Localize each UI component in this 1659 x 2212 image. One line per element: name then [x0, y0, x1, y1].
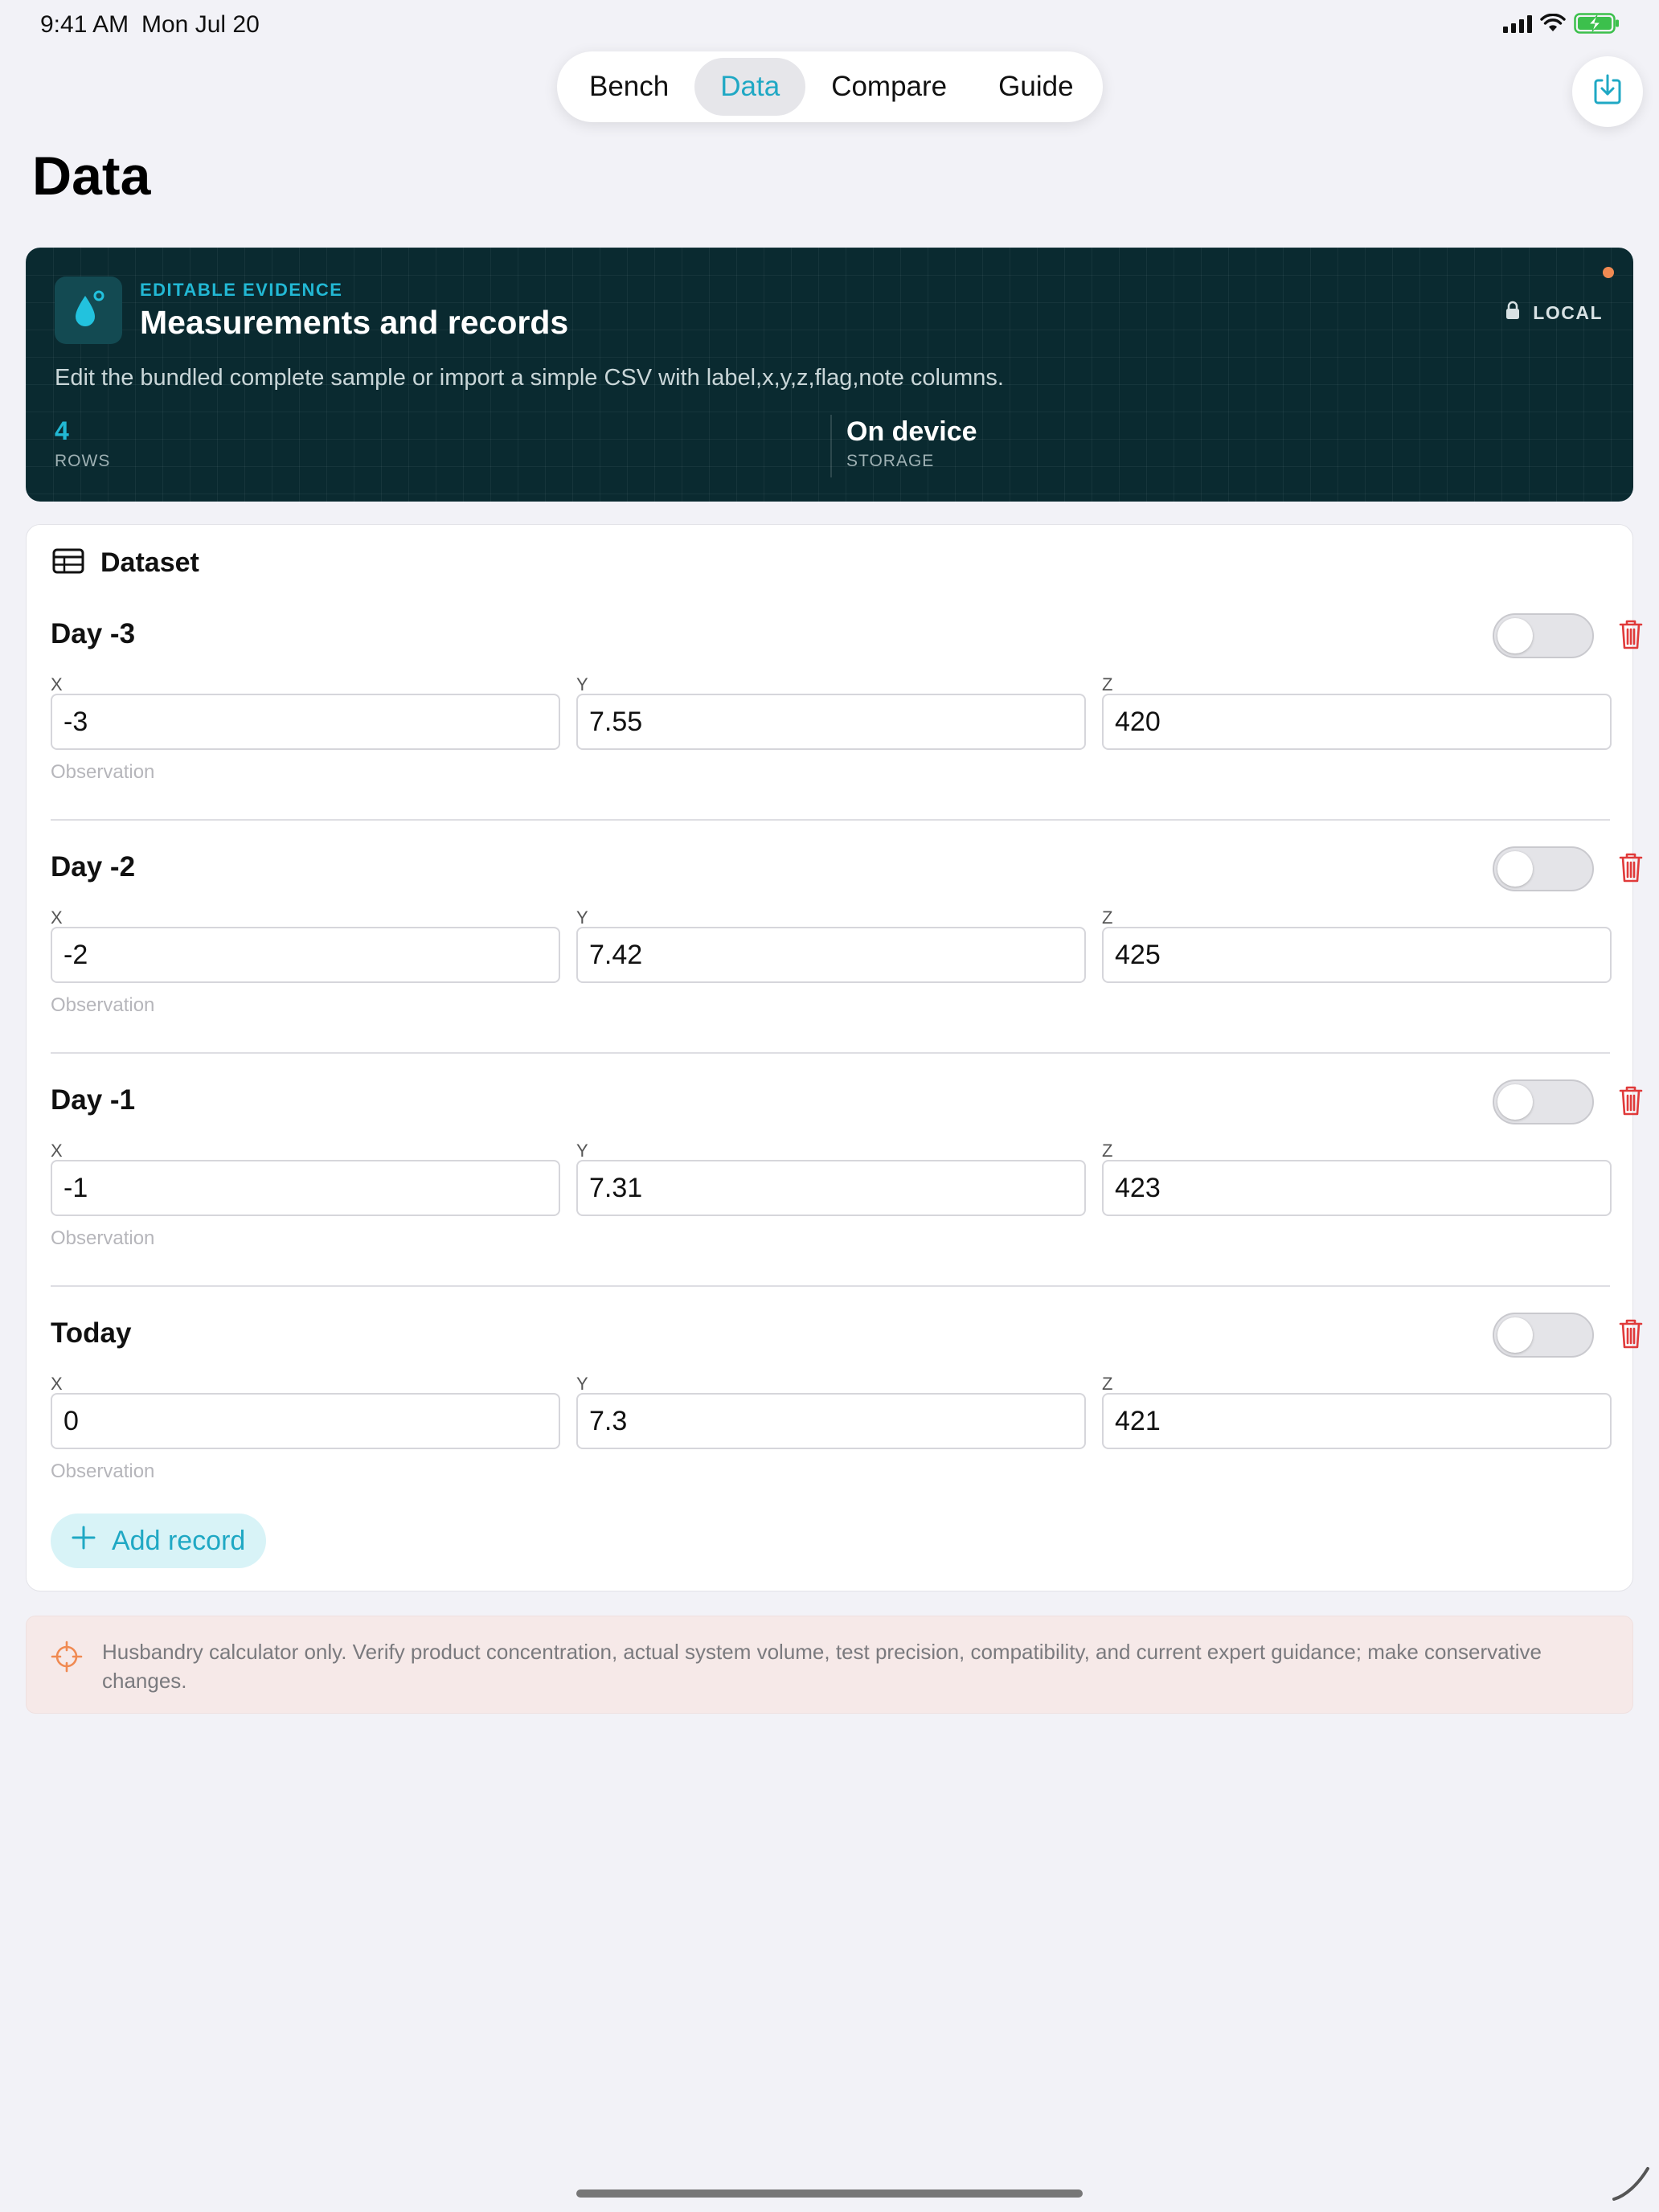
toggle-knob	[1497, 1317, 1533, 1353]
flag-toggle[interactable]	[1493, 613, 1594, 658]
observation-field[interactable]: Observation	[51, 761, 154, 784]
water-drop-icon	[55, 276, 122, 344]
record-label: Day -3	[51, 618, 136, 649]
delete-button[interactable]	[1615, 1084, 1647, 1120]
toggle-knob	[1497, 851, 1533, 887]
home-indicator[interactable]	[576, 2189, 1083, 2198]
wifi-icon	[1540, 14, 1566, 33]
add-record-button[interactable]: Add record	[51, 1514, 267, 1568]
add-record-label: Add record	[112, 1525, 246, 1556]
x-label: X	[51, 907, 63, 928]
x-input[interactable]	[51, 1160, 560, 1216]
hero-card: EDITABLE EVIDENCE Measurements and recor…	[26, 248, 1633, 502]
trash-icon	[1618, 618, 1644, 654]
status-dot	[1603, 267, 1614, 278]
trash-icon	[1618, 1084, 1644, 1120]
observation-field[interactable]: Observation	[51, 1227, 154, 1250]
export-download-icon	[1590, 72, 1625, 112]
dataset-header: Dataset	[52, 547, 199, 579]
tab-data[interactable]: Data	[694, 58, 806, 116]
x-label: X	[51, 674, 63, 694]
y-input[interactable]	[576, 694, 1086, 750]
cellular-signal-icon	[1503, 14, 1532, 33]
delete-button[interactable]	[1615, 618, 1647, 653]
local-badge: LOCAL	[1505, 301, 1603, 325]
toggle-knob	[1497, 618, 1533, 653]
flag-toggle[interactable]	[1493, 1313, 1594, 1358]
record-divider	[51, 819, 1610, 821]
record-row: Day -2 X Y Z Observation	[51, 845, 1643, 1078]
x-label: X	[51, 1374, 63, 1394]
status-bar: 9:41 AM Mon Jul 20	[0, 0, 1659, 51]
delete-button[interactable]	[1615, 1317, 1647, 1353]
dataset-title: Dataset	[100, 547, 199, 578]
storage-label: STORAGE	[846, 452, 935, 470]
y-input[interactable]	[576, 927, 1086, 983]
tab-bench[interactable]: Bench	[563, 58, 694, 116]
record-divider	[51, 1052, 1610, 1054]
status-date: Mon Jul 20	[141, 11, 260, 38]
hero-eyebrow: EDITABLE EVIDENCE	[140, 280, 343, 300]
storage-value: On device	[846, 416, 977, 447]
y-label: Y	[576, 1141, 588, 1161]
rows-count: 4	[55, 416, 69, 445]
disclaimer-banner: Husbandry calculator only. Verify produc…	[26, 1616, 1633, 1714]
lock-icon	[1505, 301, 1520, 325]
x-input[interactable]	[51, 1393, 560, 1449]
disclaimer-text: Husbandry calculator only. Verify produc…	[102, 1640, 1542, 1693]
z-label: Z	[1102, 1141, 1113, 1161]
observation-field[interactable]: Observation	[51, 1460, 154, 1483]
y-input[interactable]	[576, 1393, 1086, 1449]
pencil-hover-icon	[1611, 2162, 1651, 2206]
x-input[interactable]	[51, 694, 560, 750]
segmented-nav: Bench Data Compare Guide	[557, 51, 1103, 122]
y-label: Y	[576, 1374, 588, 1394]
crosshair-icon	[51, 1641, 83, 1677]
record-row: Day -3 X Y Z Observation	[51, 612, 1643, 845]
record-divider	[51, 1285, 1610, 1287]
plus-icon	[72, 1526, 96, 1557]
y-input[interactable]	[576, 1160, 1086, 1216]
trash-icon	[1618, 1317, 1644, 1354]
flag-toggle[interactable]	[1493, 846, 1594, 891]
z-input[interactable]	[1102, 1393, 1612, 1449]
table-icon	[52, 548, 84, 578]
z-label: Z	[1102, 674, 1113, 694]
x-input[interactable]	[51, 927, 560, 983]
stat-divider	[830, 415, 832, 477]
y-label: Y	[576, 674, 588, 694]
observation-field[interactable]: Observation	[51, 994, 154, 1017]
dataset-card: Dataset Day -3 X Y Z Observation Day -2 …	[26, 524, 1643, 1591]
record-label: Day -1	[51, 1084, 136, 1116]
y-label: Y	[576, 907, 588, 928]
toggle-knob	[1497, 1084, 1533, 1120]
z-label: Z	[1102, 907, 1113, 928]
hero-title: Measurements and records	[140, 304, 569, 341]
z-input[interactable]	[1102, 1160, 1612, 1216]
record-label: Today	[51, 1317, 132, 1349]
status-time: 9:41 AM	[40, 11, 129, 38]
delete-button[interactable]	[1615, 851, 1647, 887]
tab-guide[interactable]: Guide	[973, 58, 1099, 116]
tab-compare[interactable]: Compare	[805, 58, 973, 116]
flag-toggle[interactable]	[1493, 1079, 1594, 1124]
rows-label: ROWS	[55, 452, 111, 470]
z-input[interactable]	[1102, 694, 1612, 750]
page-title: Data	[32, 145, 151, 207]
status-icons	[1503, 13, 1620, 34]
z-input[interactable]	[1102, 927, 1612, 983]
record-label: Day -2	[51, 851, 136, 883]
battery-charging-icon	[1574, 13, 1620, 34]
local-badge-label: LOCAL	[1533, 301, 1603, 323]
z-label: Z	[1102, 1374, 1113, 1394]
record-row: Today X Y Z Observation	[51, 1311, 1643, 1544]
hero-description: Edit the bundled complete sample or impo…	[55, 365, 1004, 391]
x-label: X	[51, 1141, 63, 1161]
record-row: Day -1 X Y Z Observation	[51, 1078, 1643, 1311]
export-button[interactable]	[1572, 56, 1643, 127]
trash-icon	[1618, 851, 1644, 887]
